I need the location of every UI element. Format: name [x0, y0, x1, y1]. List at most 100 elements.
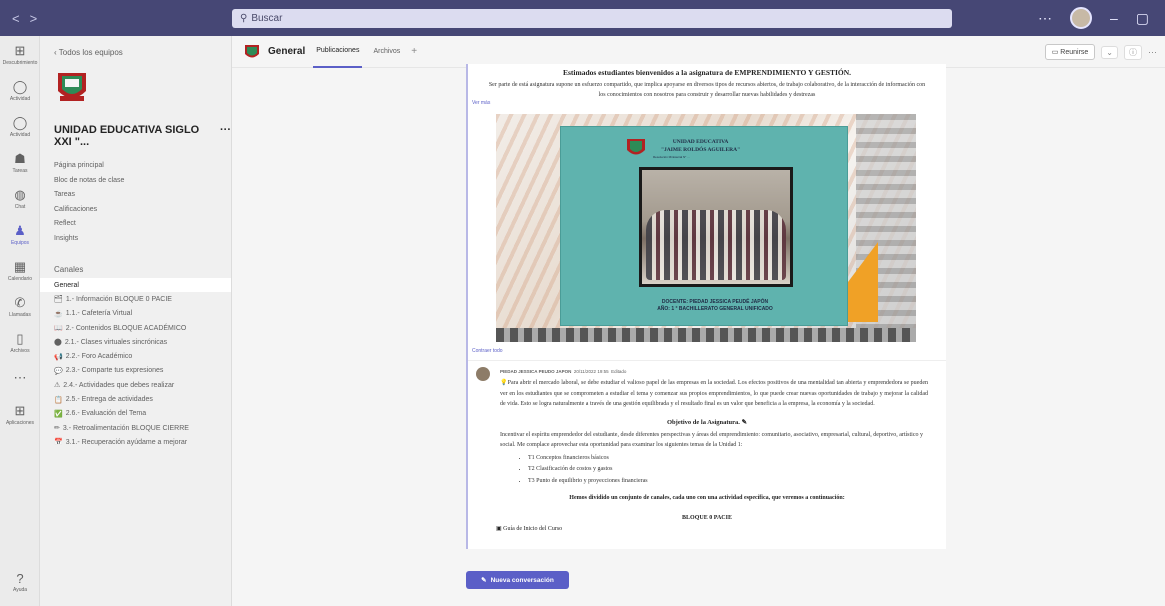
info-icon[interactable]: ⓘ: [1124, 44, 1142, 60]
reply-meta: PIEDAD JESSICA PEUDO JAPON 20/11/2022 19…: [468, 365, 946, 374]
rail-apps[interactable]: ⊞ Aplicaciones: [0, 396, 40, 432]
school-subtitle: Resolución Ministerial N° ...: [653, 155, 690, 160]
banner-footer: [496, 328, 916, 343]
pencil-icon: ✎: [741, 418, 748, 426]
video-icon: ▭: [1051, 49, 1059, 56]
file-icon: ▯: [16, 330, 24, 346]
rail-calls[interactable]: ✆ Llamadas: [0, 288, 40, 324]
channel-2-6[interactable]: ✅ 2.6.- Evaluación del Tema: [40, 407, 231, 421]
channel-2-2[interactable]: 📢 2.2.- Foro Académico: [40, 349, 231, 363]
channel-3-1[interactable]: 📅 3.1.- Recuperación ayúdame a mejorar: [40, 435, 231, 449]
school-card: UNIDAD EDUCATIVA "JAIME ROLDÓS AGUILERA"…: [560, 126, 848, 327]
tab-files[interactable]: Archivos: [370, 36, 403, 68]
rail-activity[interactable]: ◯ Actividad: [0, 72, 40, 108]
speech-bubble-icon: 💬: [54, 367, 63, 375]
team-more-icon[interactable]: ···: [220, 124, 231, 148]
school-name: UNIDAD EDUCATIVA "JAIME ROLDÓS AGUILERA": [661, 139, 741, 153]
window-controls: ⋯ – ▢: [1038, 0, 1165, 36]
list-item: T2 Clasificación de costos y gastos: [528, 464, 946, 475]
phone-icon: ✆: [14, 294, 26, 310]
avatar[interactable]: [1069, 7, 1092, 29]
reply-body: 💡Para abrir el mercado laboral, se debe …: [500, 380, 928, 408]
rail-help[interactable]: ? Ayuda: [0, 564, 40, 600]
link-assignments[interactable]: Tareas: [54, 191, 231, 206]
link-insights[interactable]: Insights: [54, 235, 231, 250]
calendar-icon: ▦: [13, 258, 27, 274]
maximize-icon[interactable]: ▢: [1136, 10, 1149, 27]
channel-1-1[interactable]: ☕ 1.1.- Cafetería Virtual: [40, 307, 231, 321]
back-to-teams-link[interactable]: ‹ Todos los equipos: [40, 36, 231, 57]
channel-2-4[interactable]: ⚠ 2.4.- Actividades que debes realizar: [40, 378, 231, 392]
lightbulb-icon: 💡: [500, 380, 508, 387]
rail-discover[interactable]: ⊞ Descubrimiento: [0, 36, 40, 72]
channels-heading: Canales: [54, 265, 84, 274]
rail-calendar[interactable]: ▦ Calendario: [0, 252, 40, 288]
link-home[interactable]: Página principal: [54, 162, 231, 177]
meet-button[interactable]: ▭ Reunirse: [1044, 44, 1096, 60]
add-tab-icon[interactable]: +: [411, 46, 417, 57]
book-icon: 📖: [54, 325, 63, 333]
more-options-icon[interactable]: ⋯: [1038, 10, 1052, 27]
link-notebook[interactable]: Bloc de notas de clase: [54, 177, 231, 192]
channel-2-1[interactable]: ⬤ 2.1.- Clases virtuales sincrónicas: [40, 335, 231, 349]
post-card: Estimados estudiantes bienvenidos a la a…: [466, 64, 946, 549]
check-icon: ✅: [54, 410, 63, 418]
document-icon: ▣: [496, 526, 502, 533]
channel-3[interactable]: ✏ 3.- Retroalimentación BLOQUE CIERRE: [40, 421, 231, 435]
chevron-left-icon: ‹: [54, 48, 57, 57]
link-reflect[interactable]: Reflect: [54, 220, 231, 235]
more-options-icon[interactable]: ⋯: [1148, 47, 1157, 58]
rail-more[interactable]: ⋯: [0, 360, 40, 396]
channel-1[interactable]: 🗂 1.- Información BLOQUE 0 PACIE: [40, 292, 231, 306]
post-banner-image: UNIDAD EDUCATIVA "JAIME ROLDÓS AGUILERA"…: [496, 114, 916, 343]
channel-2-3[interactable]: 💬 2.3.- Comparte tus expresiones: [40, 364, 231, 378]
forward-arrow-icon[interactable]: >: [30, 11, 38, 26]
list-item: T3 Punto de equilibrio y proyecciones fi…: [528, 476, 946, 487]
megaphone-icon: 📢: [54, 353, 63, 361]
card-teacher-info: DOCENTE: PIEDAD JESSICA PEUDÉ JAPÓN AÑO:…: [625, 299, 805, 313]
reply-edited: Editado: [611, 369, 627, 375]
reply-time: 20/11/2022 19:55: [573, 369, 609, 375]
objective-text: Incentivar el espíritu emprendedor del e…: [500, 431, 924, 449]
post-text: Ser parte de está asignatura supone un e…: [488, 82, 926, 99]
minimize-icon[interactable]: –: [1110, 10, 1118, 26]
course-guide-link[interactable]: ▣ Guía de Inicio del Curso: [468, 521, 946, 532]
rail-teams[interactable]: ♟ Equipos: [0, 216, 40, 252]
photo-students: [646, 210, 786, 281]
back-arrow-icon[interactable]: <: [12, 11, 20, 26]
objective-title: Objetivo de la Asignatura. ✎: [666, 418, 748, 426]
search-icon: ⚲: [240, 13, 248, 24]
rail-files[interactable]: ▯ Archivos: [0, 324, 40, 360]
team-logo: [58, 73, 86, 101]
channel-2-5[interactable]: 📋 2.5.- Entrega de actividades: [40, 392, 231, 406]
see-more-link[interactable]: Ver más: [468, 100, 946, 106]
link-grades[interactable]: Calificaciones: [54, 206, 231, 221]
new-conversation-button[interactable]: ✎ Nueva conversación: [466, 571, 569, 589]
grid-icon: ⊞: [14, 42, 26, 58]
bell-icon: ◯: [12, 78, 28, 94]
rail-chat[interactable]: ◍ Chat: [0, 180, 40, 216]
apps-icon: ⊞: [14, 402, 26, 418]
reply-message: PIEDAD JESSICA PEUDO JAPON 20/11/2022 19…: [468, 360, 946, 532]
channel-general[interactable]: General: [40, 278, 231, 293]
rail-activity-2[interactable]: ◯ Actividad: [0, 108, 40, 144]
collapse-link[interactable]: Contraer todo: [468, 342, 946, 354]
rail-tasks[interactable]: ☗ Tareas: [0, 144, 40, 180]
circle-icon: ⬤: [54, 339, 62, 347]
tasks-icon: ☗: [14, 150, 26, 166]
header-actions: ▭ Reunirse ⌄ ⓘ ⋯: [1044, 44, 1157, 60]
help-icon: ?: [16, 571, 24, 586]
meet-dropdown-icon[interactable]: ⌄: [1101, 45, 1118, 59]
school-logo: [627, 139, 645, 155]
title-bar: < > ⚲ Buscar ⋯ – ▢: [0, 0, 1165, 36]
folder-icon: 🗂: [54, 296, 63, 304]
search-input[interactable]: ⚲ Buscar: [232, 9, 952, 28]
coffee-icon: ☕: [54, 310, 63, 318]
team-name[interactable]: UNIDAD EDUCATIVA SIGLO XXI "... ···: [40, 110, 231, 148]
channels-note: Hemos dividido un conjunto de canales, c…: [569, 495, 845, 502]
chat-icon: ◍: [14, 186, 26, 202]
bell-icon: ◯: [12, 114, 28, 130]
channel-2[interactable]: 📖 2.- Contenidos BLOQUE ACADÉMICO: [40, 321, 231, 335]
team-sidebar: ‹ Todos los equipos UNIDAD EDUCATIVA SIG…: [40, 36, 232, 606]
tab-posts[interactable]: Publicaciones: [313, 36, 363, 68]
